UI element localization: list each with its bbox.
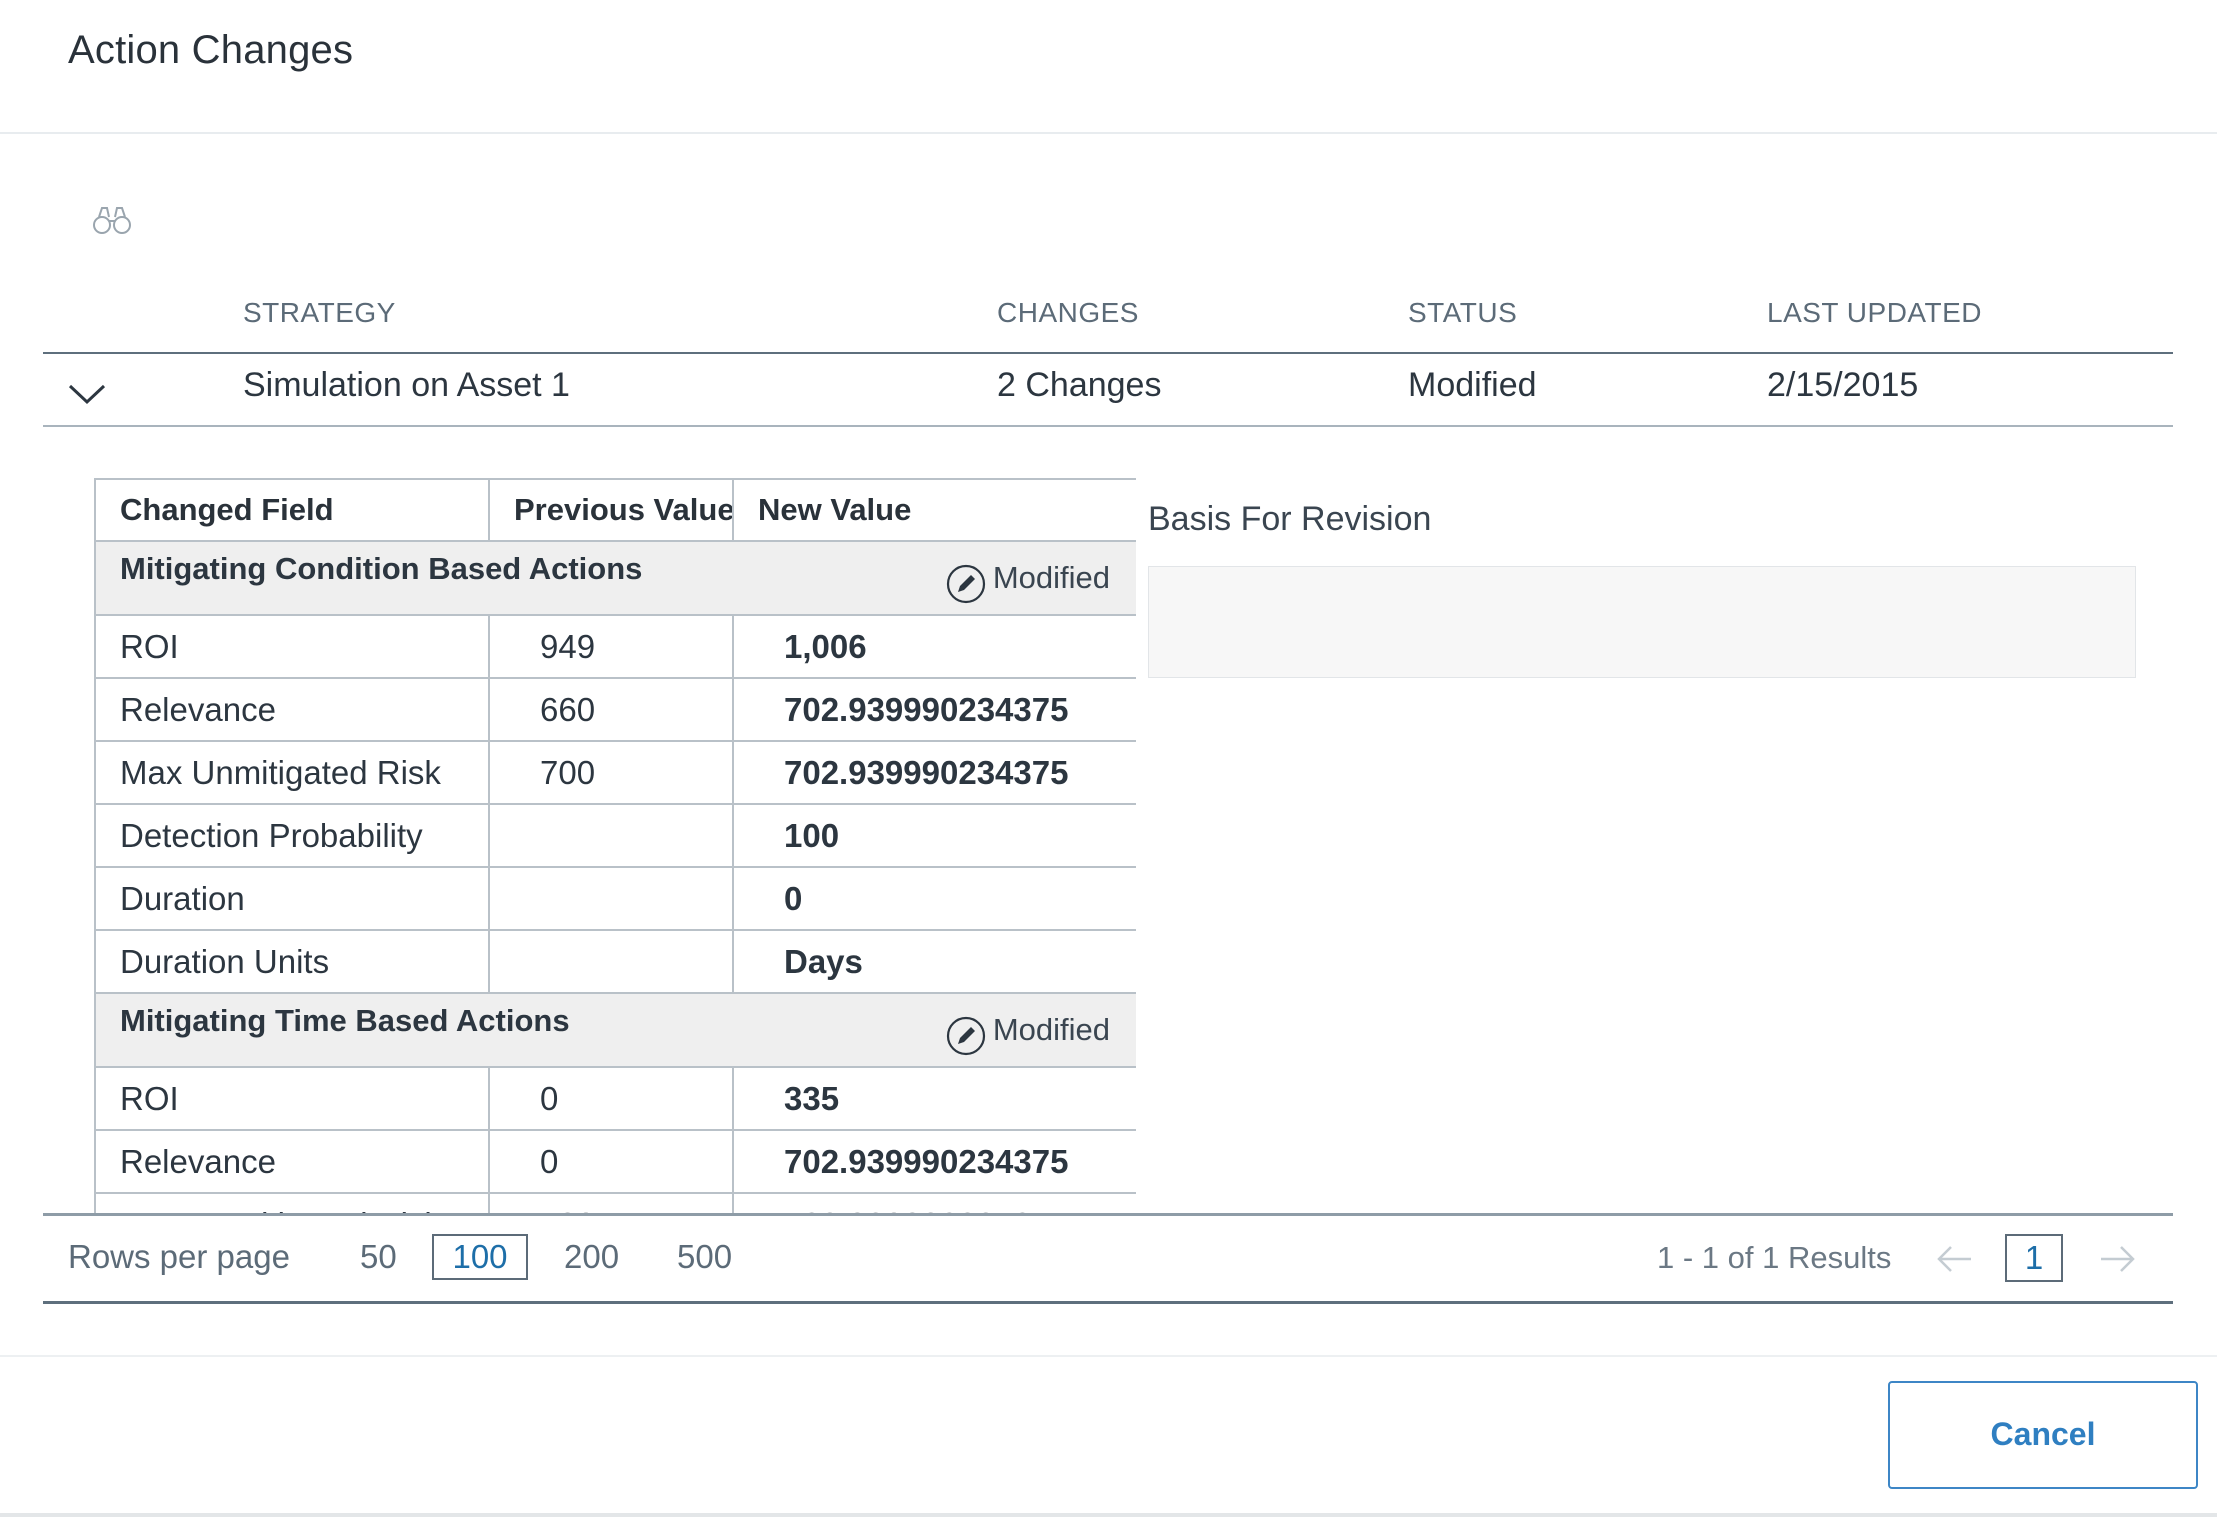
chevron-down-icon[interactable] xyxy=(66,380,108,406)
table-row: Relevance 0 702.939990234375 xyxy=(94,1129,1136,1194)
row-divider xyxy=(43,425,2173,427)
new-value-cell: 702.939990234375 xyxy=(732,740,1136,805)
row-strategy[interactable]: Simulation on Asset 1 xyxy=(243,366,570,405)
previous-value-cell xyxy=(488,803,734,868)
row-status: Modified xyxy=(1408,366,1537,404)
rows-per-page-50[interactable]: 50 xyxy=(360,1238,397,1276)
changes-table: Changed Field Previous Value New Value M… xyxy=(94,478,1136,1214)
column-header-last-updated[interactable]: LAST UPDATED xyxy=(1767,297,1982,329)
change-group-name: Mitigating Time Based Actions xyxy=(120,1003,570,1038)
page-number-current[interactable]: 1 xyxy=(2005,1234,2063,1282)
changed-field-cell: Max Unmitigated Risk xyxy=(94,1192,490,1214)
table-row: Detection Probability 100 xyxy=(94,803,1136,868)
previous-value-cell: 0 xyxy=(488,1066,734,1131)
dialog-bottom-edge xyxy=(0,1513,2217,1517)
table-row: Duration 0 xyxy=(94,866,1136,931)
pager-bottom-divider xyxy=(43,1301,2173,1304)
column-header-status[interactable]: STATUS xyxy=(1408,297,1517,329)
table-row: Duration Units Days xyxy=(94,929,1136,994)
basis-for-revision-label: Basis For Revision xyxy=(1148,500,1432,538)
row-changes: 2 Changes xyxy=(997,366,1162,404)
table-row: ROI 0 335 xyxy=(94,1066,1136,1131)
title-divider xyxy=(0,132,2217,134)
previous-value-cell: 700 xyxy=(488,740,734,805)
pager-top-divider xyxy=(43,1213,2173,1216)
changed-field-cell: Detection Probability xyxy=(94,803,490,868)
header-previous-value: Previous Value xyxy=(488,478,734,542)
previous-value-cell: 949 xyxy=(488,614,734,679)
change-group-row: Mitigating Condition Based Actions Modifi… xyxy=(94,540,1136,616)
arrow-left-icon[interactable] xyxy=(1935,1242,1975,1276)
pencil-circle-icon xyxy=(946,564,985,604)
previous-value-cell xyxy=(488,929,734,994)
changed-field-cell: Duration xyxy=(94,866,490,931)
previous-value-cell: 0 xyxy=(488,1129,734,1194)
change-group-cell: Mitigating Time Based Actions Modified xyxy=(94,992,1136,1068)
changes-table-header: Changed Field Previous Value New Value xyxy=(94,478,1136,542)
rows-per-page-500[interactable]: 500 xyxy=(677,1238,732,1276)
pencil-circle-icon xyxy=(946,1016,985,1056)
previous-value-cell: 660 xyxy=(488,677,734,742)
header-changed-field: Changed Field xyxy=(94,478,490,542)
new-value-cell: 1,006 xyxy=(732,614,1136,679)
change-group-status: Modified xyxy=(945,551,1110,605)
change-group-status: Modified xyxy=(945,1003,1110,1057)
changed-field-cell: Max Unmitigated Risk xyxy=(94,740,490,805)
table-row: Relevance 660 702.939990234375 xyxy=(94,677,1136,742)
changed-field-cell: ROI xyxy=(94,614,490,679)
table-row: ROI 949 1,006 xyxy=(94,614,1136,679)
column-header-strategy[interactable]: STRATEGY xyxy=(243,297,396,329)
column-header-changes[interactable]: CHANGES xyxy=(997,297,1139,329)
changed-field-cell: ROI xyxy=(94,1066,490,1131)
arrow-right-icon[interactable] xyxy=(2097,1242,2137,1276)
new-value-cell: 335 xyxy=(732,1066,1136,1131)
binoculars-icon[interactable] xyxy=(92,204,132,236)
rows-per-page-100[interactable]: 100 xyxy=(432,1234,528,1280)
row-last-updated: 2/15/2015 xyxy=(1767,366,1919,404)
new-value-cell: 702.939990234375 xyxy=(732,1129,1136,1194)
rows-per-page-label: Rows per page xyxy=(68,1238,290,1275)
change-group-cell: Mitigating Condition Based Actions Modifi… xyxy=(94,540,1136,616)
table-row: Max Unmitigated Risk700702.939990234375 xyxy=(94,1192,1136,1214)
changed-field-cell: Relevance xyxy=(94,1129,490,1194)
rows-per-page-200[interactable]: 200 xyxy=(564,1238,619,1276)
new-value-cell: 100 xyxy=(732,803,1136,868)
change-group-name: Mitigating Condition Based Actions xyxy=(120,551,643,586)
changed-field-cell: Relevance xyxy=(94,677,490,742)
new-value-cell: 702.939990234375 xyxy=(732,1192,1136,1214)
footer-divider xyxy=(0,1355,2217,1357)
changes-detail-panel[interactable]: Changed Field Previous Value New Value M… xyxy=(94,478,1136,1214)
cancel-button[interactable]: Cancel xyxy=(1888,1381,2198,1489)
new-value-cell: 702.939990234375 xyxy=(732,677,1136,742)
changed-field-cell: Duration Units xyxy=(94,929,490,994)
new-value-cell: 0 xyxy=(732,866,1136,931)
dialog-title: Action Changes xyxy=(68,28,354,72)
change-group-status-label: Modified xyxy=(992,560,1110,595)
previous-value-cell xyxy=(488,866,734,931)
basis-for-revision-field[interactable] xyxy=(1148,566,2136,678)
change-group-status-label: Modified xyxy=(992,1012,1110,1047)
table-row: Max Unmitigated Risk700702.939990234375 xyxy=(94,740,1136,805)
header-new-value: New Value xyxy=(732,478,1136,542)
previous-value-cell: 700 xyxy=(488,1192,734,1214)
change-group-row: Mitigating Time Based Actions Modified xyxy=(94,992,1136,1068)
header-divider xyxy=(43,352,2173,354)
results-count: 1 - 1 of 1 Results xyxy=(1657,1240,1892,1275)
new-value-cell: Days xyxy=(732,929,1136,994)
